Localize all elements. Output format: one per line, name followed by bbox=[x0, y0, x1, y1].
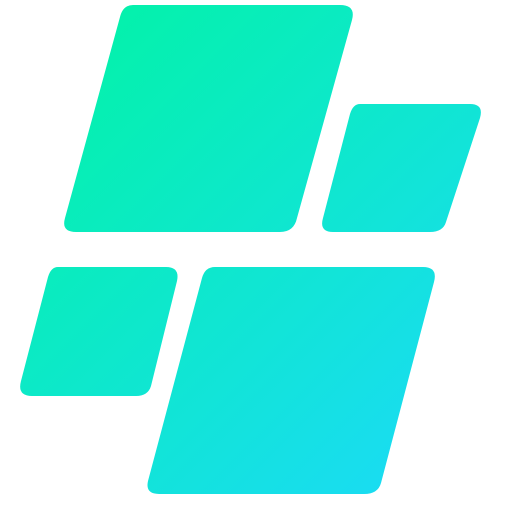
logo-tile-bottom-left bbox=[20, 267, 178, 396]
logo-canvas bbox=[0, 0, 512, 512]
logo-tile-top-right bbox=[322, 104, 481, 232]
logo-tile-top-left bbox=[64, 5, 353, 232]
logo-icon bbox=[20, 5, 481, 494]
logo-tile-bottom-right bbox=[147, 267, 435, 494]
